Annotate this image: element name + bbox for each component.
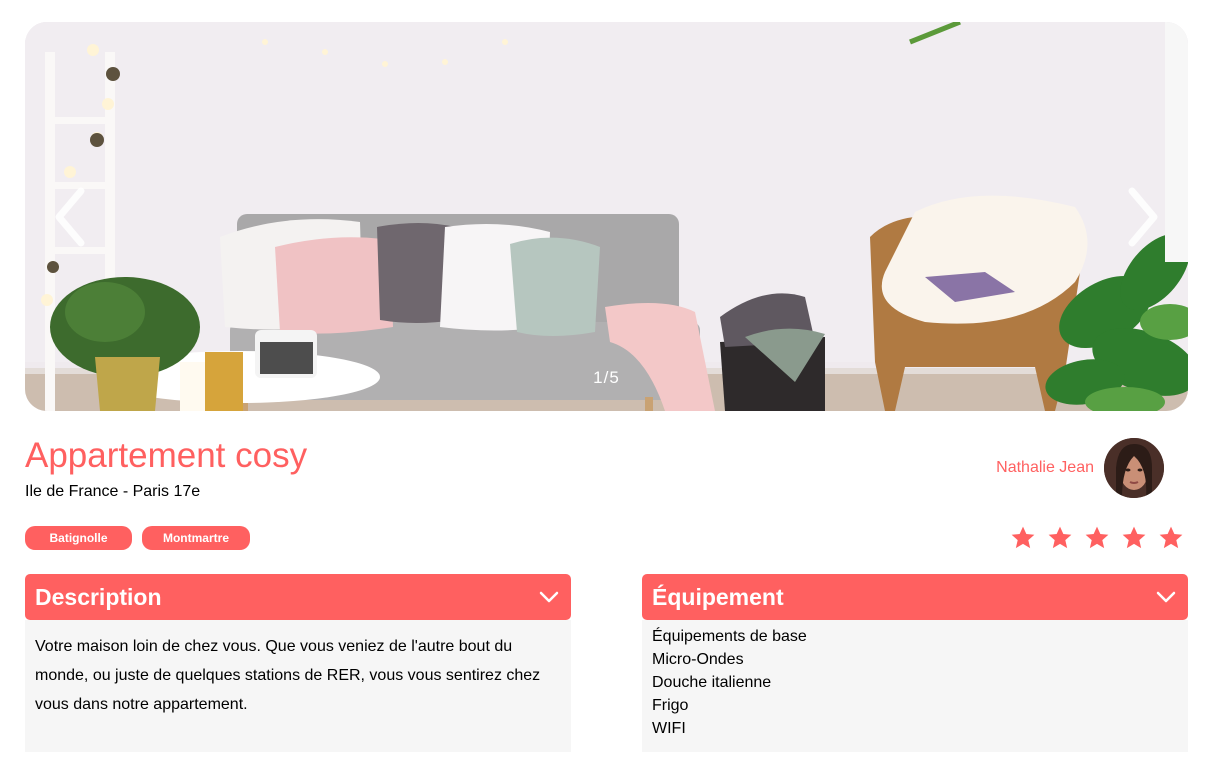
list-item: Douche italienne <box>652 674 772 691</box>
host-avatar <box>1104 438 1164 498</box>
tag-list: Batignolle Montmartre <box>25 526 250 550</box>
carousel-next-button[interactable] <box>1118 182 1168 252</box>
list-item: Frigo <box>652 697 689 714</box>
equipment-toggle[interactable]: Équipement <box>642 574 1188 620</box>
tag-montmartre: Montmartre <box>142 526 250 550</box>
list-item: WIFI <box>652 720 686 737</box>
apartment-photo <box>25 22 1188 411</box>
star-icon <box>1011 526 1035 549</box>
equipment-collapse: Équipement Équipements de base Micro-Ond… <box>642 574 1188 752</box>
listing-title: Appartement cosy <box>25 436 308 475</box>
description-title: Description <box>35 583 162 610</box>
description-body: Votre maison loin de chez vous. Que vous… <box>25 620 571 752</box>
description-collapse: Description Votre maison loin de chez vo… <box>25 574 571 752</box>
chevron-down-icon <box>1156 591 1176 603</box>
carousel-prev-button[interactable] <box>45 182 95 252</box>
host-info: Nathalie Jean <box>996 438 1164 498</box>
carousel-counter: 1/5 <box>593 368 620 387</box>
equipment-title: Équipement <box>652 583 784 610</box>
listing-location: Ile de France - Paris 17e <box>25 483 201 500</box>
chevron-right-icon <box>1128 187 1158 247</box>
rating-stars <box>1010 525 1184 551</box>
star-icon <box>1159 526 1183 549</box>
chevron-left-icon <box>55 187 85 247</box>
photo-carousel[interactable]: 1/5 <box>25 22 1188 411</box>
description-text: Votre maison loin de chez vous. Que vous… <box>35 638 541 713</box>
star-icon <box>1122 526 1146 549</box>
star-icon <box>1085 526 1109 549</box>
description-toggle[interactable]: Description <box>25 574 571 620</box>
star-icon <box>1048 526 1072 549</box>
equipment-body: Équipements de base Micro-Ondes Douche i… <box>642 620 1188 752</box>
list-item: Micro-Ondes <box>652 651 744 668</box>
chevron-down-icon <box>539 591 559 603</box>
host-name: Nathalie Jean <box>996 459 1094 476</box>
list-item: Équipements de base <box>652 628 807 645</box>
equipment-list: Équipements de base Micro-Ondes Douche i… <box>652 625 1178 740</box>
tag-batignolle: Batignolle <box>25 526 132 550</box>
